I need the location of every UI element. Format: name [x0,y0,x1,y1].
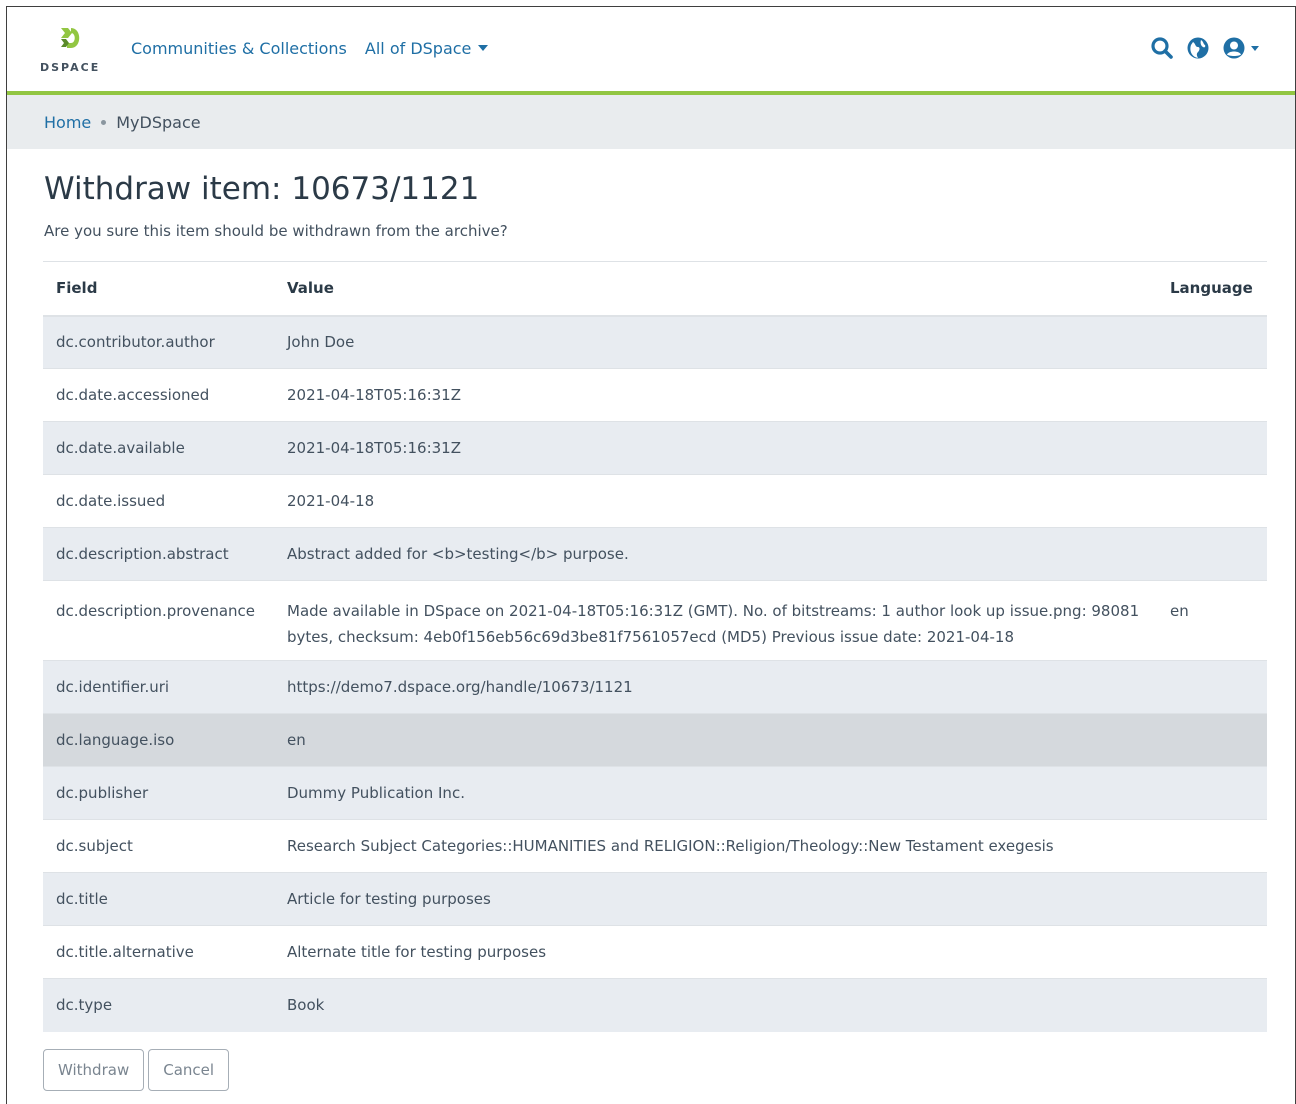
globe-icon[interactable] [1185,35,1211,61]
cell-field: dc.description.provenance [43,580,274,661]
cell-language [1157,315,1267,369]
cell-value: Abstract added for <b>testing</b> purpos… [274,527,1157,581]
cell-language [1157,421,1267,475]
table-row: dc.title Article for testing purposes [43,872,1267,926]
search-icon[interactable] [1149,35,1175,61]
cell-value: 2021-04-18T05:16:31Z [274,368,1157,422]
cell-language [1157,660,1267,714]
table-row: dc.date.available 2021-04-18T05:16:31Z [43,421,1267,475]
cell-language [1157,925,1267,979]
table-row: dc.contributor.author John Doe [43,315,1267,369]
chevron-down-icon [478,45,489,51]
withdraw-button[interactable]: Withdraw [43,1049,145,1091]
cell-language [1157,527,1267,581]
table-row: dc.date.accessioned 2021-04-18T05:16:31Z [43,368,1267,422]
nav-all-of-dspace[interactable]: All of DSpace [365,39,489,58]
cell-language [1157,766,1267,820]
table-header-row: Field Value Language [43,261,1267,317]
table-row: dc.description.abstract Abstract added f… [43,527,1267,581]
cell-language [1157,872,1267,926]
header: DSPACE Communities & Collections All of … [7,7,1295,95]
cell-value: Alternate title for testing purposes [274,925,1157,979]
nav-communities-collections[interactable]: Communities & Collections [131,39,347,58]
cell-field: dc.type [43,978,274,1032]
dspace-logo[interactable]: DSPACE [40,25,112,81]
breadcrumb-current: MyDSpace [116,112,201,132]
cell-value: John Doe [274,315,1157,369]
cell-field: dc.date.available [43,421,274,475]
cell-value: 2021-04-18 [274,474,1157,528]
logo-text: DSPACE [40,61,101,74]
cell-value: Dummy Publication Inc. [274,766,1157,820]
cell-field: dc.identifier.uri [43,660,274,714]
cell-value: https://demo7.dspace.org/handle/10673/11… [274,660,1157,714]
cell-field: dc.language.iso [43,713,274,767]
cell-value: Book [274,978,1157,1032]
table-row: dc.type Book [43,978,1267,1032]
user-menu-chevron-icon[interactable] [1251,45,1259,51]
table-row: dc.identifier.uri https://demo7.dspace.o… [43,660,1267,714]
table-row-hovered: dc.language.iso en [43,713,1267,767]
cell-field: dc.publisher [43,766,274,820]
breadcrumb: Home MyDSpace [7,95,1295,149]
breadcrumb-home[interactable]: Home [44,113,91,132]
nav-all-of-dspace-label: All of DSpace [364,39,472,58]
cell-language [1157,713,1267,767]
column-header-field: Field [43,261,274,317]
cell-field: dc.date.issued [43,474,274,528]
page-subtitle: Are you sure this item should be withdra… [44,222,508,240]
cell-value: 2021-04-18T05:16:31Z [274,421,1157,475]
cell-field: dc.date.accessioned [43,368,274,422]
cell-field: dc.description.abstract [43,527,274,581]
main-nav: Communities & Collections All of DSpace [131,39,489,58]
cell-value: Article for testing purposes [274,872,1157,926]
cell-field: dc.subject [43,819,274,873]
header-icons [1149,35,1259,61]
cell-value: Research Subject Categories::HUMANITIES … [274,819,1157,873]
cell-field: dc.title.alternative [43,925,274,979]
column-header-language: Language [1157,261,1267,317]
table-row: dc.subject Research Subject Categories::… [43,819,1267,873]
cell-language [1157,474,1267,528]
table-row: dc.title.alternative Alternate title for… [43,925,1267,979]
cell-language [1157,368,1267,422]
cell-field: dc.title [43,872,274,926]
app-frame: DSPACE Communities & Collections All of … [6,6,1296,1104]
page-title: Withdraw item: 10673/1121 [44,171,480,207]
dspace-logo-icon [61,28,80,48]
cell-value: Made available in DSpace on 2021-04-18T0… [274,580,1157,661]
cell-language [1157,978,1267,1032]
cancel-button[interactable]: Cancel [148,1049,230,1091]
column-header-value: Value [274,261,1157,317]
breadcrumb-separator [101,119,107,125]
user-icon[interactable] [1221,35,1247,61]
metadata-table: Field Value Language dc.contributor.auth… [43,261,1267,1032]
cell-language: en [1157,580,1267,661]
form-actions: Withdraw Cancel [43,1049,230,1091]
table-row: dc.description.provenance Made available… [43,580,1267,661]
cell-language [1157,819,1267,873]
cell-field: dc.contributor.author [43,315,274,369]
table-row: dc.publisher Dummy Publication Inc. [43,766,1267,820]
cell-value: en [274,713,1157,767]
table-row: dc.date.issued 2021-04-18 [43,474,1267,528]
